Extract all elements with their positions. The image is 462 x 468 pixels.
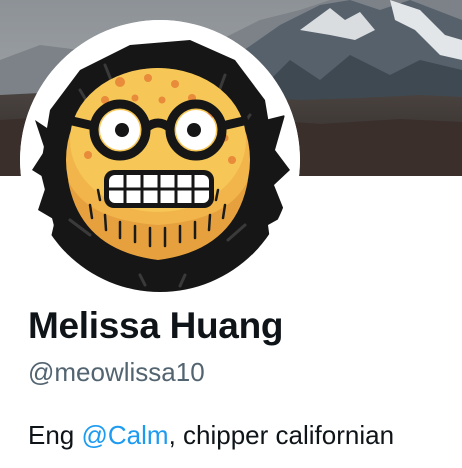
profile-avatar[interactable] xyxy=(20,20,300,300)
bio-text-suffix: , chipper californian xyxy=(168,420,395,450)
username-handle: @meowlissa10 xyxy=(28,357,205,387)
profile-bio: Eng @Calm, chipper californian xyxy=(28,418,394,452)
bio-mention-link[interactable]: @Calm xyxy=(82,420,169,450)
bio-text-prefix: Eng xyxy=(28,420,82,450)
bearded-glasses-emoji-avatar xyxy=(20,20,300,300)
display-name: Melissa Huang xyxy=(28,305,284,346)
